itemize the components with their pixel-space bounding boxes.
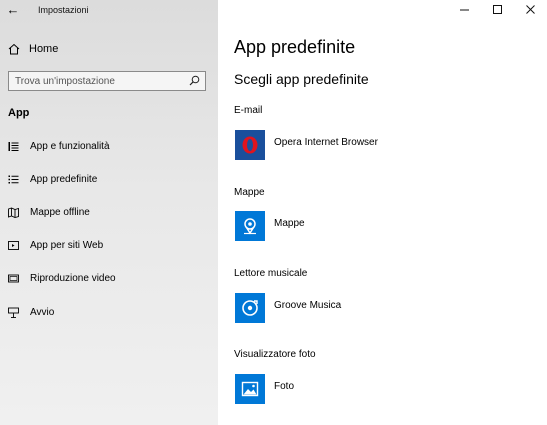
- sidebar-item-default-apps[interactable]: App predefinite: [8, 171, 208, 187]
- back-button[interactable]: ←: [4, 2, 22, 18]
- group-label-maps: Mappe: [234, 187, 265, 198]
- close-button[interactable]: [514, 0, 547, 18]
- search-input[interactable]: [15, 75, 185, 87]
- window-controls: [448, 0, 547, 18]
- title-bar: ← Impostazioni: [0, 0, 218, 22]
- home-icon: [8, 43, 20, 55]
- sidebar-item-label: Mappe offline: [30, 206, 90, 218]
- photos-icon: [235, 374, 265, 404]
- group-label-photo-viewer: Visualizzatore foto: [234, 349, 316, 360]
- sidebar-item-video-playback[interactable]: Riproduzione video: [8, 270, 208, 286]
- window-title: Impostazioni: [38, 5, 89, 15]
- close-icon: [526, 4, 535, 14]
- default-app-photos[interactable]: Foto: [235, 374, 294, 404]
- sidebar-item-label: App e funzionalità: [30, 140, 110, 152]
- minimize-button[interactable]: [448, 0, 481, 18]
- startup-icon: [8, 307, 19, 318]
- search-box[interactable]: [8, 71, 206, 91]
- sidebar-item-startup[interactable]: Avvio: [8, 304, 208, 320]
- main-panel: App predefinite Scegli app predefinite E…: [218, 0, 547, 425]
- app-name: Groove Musica: [274, 299, 342, 311]
- section-subtitle: Scegli app predefinite: [234, 71, 369, 87]
- app-name: Mappe: [274, 217, 305, 229]
- sidebar-item-home[interactable]: Home: [8, 41, 58, 57]
- sidebar-item-offline-maps[interactable]: Mappe offline: [8, 204, 208, 220]
- section-title: App: [8, 107, 30, 119]
- home-label: Home: [29, 43, 59, 55]
- opera-icon: [235, 130, 265, 160]
- sidebar-item-label: Avvio: [30, 306, 55, 318]
- sidebar-item-label: App per siti Web: [30, 239, 104, 251]
- sidebar-item-label: Riproduzione video: [30, 272, 116, 284]
- app-name: Foto: [274, 380, 295, 392]
- default-app-maps[interactable]: Mappe: [235, 211, 305, 241]
- sidebar-item-web-apps[interactable]: App per siti Web: [8, 237, 208, 253]
- default-app-email[interactable]: Opera Internet Browser: [235, 130, 378, 160]
- page-title: App predefinite: [234, 37, 356, 57]
- app-name: Opera Internet Browser: [274, 136, 378, 148]
- back-arrow-icon: ←: [6, 2, 20, 17]
- group-label-music-player: Lettore musicale: [234, 268, 308, 279]
- video-icon: [8, 274, 19, 282]
- minimize-icon: [460, 9, 469, 10]
- maximize-icon: [493, 4, 502, 14]
- sidebar: ← Impostazioni Home App App e funzionali…: [0, 0, 218, 425]
- list-icon: [8, 141, 19, 151]
- default-apps-icon: [8, 175, 19, 183]
- maximize-button[interactable]: [481, 0, 514, 18]
- sidebar-item-label: App predefinite: [30, 173, 98, 185]
- groove-icon: [235, 293, 265, 323]
- search-icon[interactable]: [189, 75, 200, 86]
- sidebar-item-app-features[interactable]: App e funzionalità: [8, 138, 208, 154]
- map-icon: [8, 207, 19, 218]
- maps-icon: [235, 211, 265, 241]
- web-app-icon: [8, 240, 19, 250]
- group-label-email: E-mail: [234, 105, 263, 116]
- default-app-music[interactable]: Groove Musica: [235, 293, 341, 323]
